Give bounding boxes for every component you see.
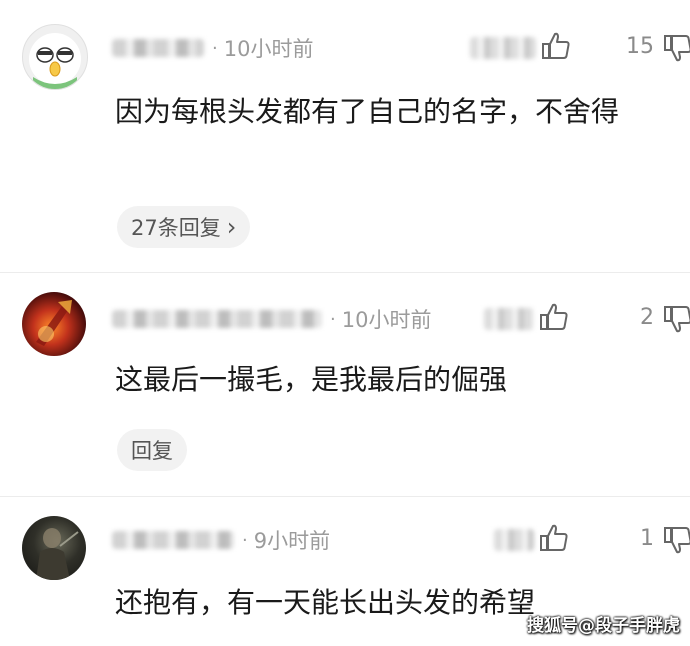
comment-meta: · 10小时前 bbox=[112, 33, 313, 63]
reply-label: 27条回复 bbox=[131, 216, 221, 240]
reply-label: 回复 bbox=[131, 439, 173, 463]
thumbs-down-icon[interactable] bbox=[662, 524, 690, 556]
avatar[interactable] bbox=[22, 24, 88, 90]
comment-text: 这最后一撮毛，是我最后的倔强 bbox=[115, 363, 508, 396]
comment-time: 9小时前 bbox=[253, 529, 331, 553]
thumbs-up-icon[interactable] bbox=[538, 522, 570, 554]
like-count: 2 bbox=[640, 305, 654, 330]
thumbs-up-icon[interactable] bbox=[538, 301, 570, 333]
comment-2: · 10小时前 2 这最后一撮毛，是我最后的倔强 回复 bbox=[0, 272, 690, 494]
location-blurred bbox=[484, 308, 534, 330]
separator: · bbox=[330, 308, 336, 330]
chevron-right-icon: › bbox=[226, 213, 237, 241]
username-blurred[interactable] bbox=[112, 310, 322, 328]
username-blurred[interactable] bbox=[112, 531, 234, 549]
watermark: 搜狐号@段子手胖虎 bbox=[527, 616, 680, 636]
separator: · bbox=[212, 37, 218, 59]
comment-1: · 10小时前 15 因为每根头发都有了自己的名字，不舍得 27条回复 › bbox=[0, 0, 690, 270]
comment-time: 10小时前 bbox=[341, 308, 432, 332]
comment-time: 10小时前 bbox=[223, 37, 314, 61]
like-count: 1 bbox=[640, 526, 654, 551]
thumbs-up-icon[interactable] bbox=[540, 30, 572, 62]
avatar[interactable] bbox=[22, 516, 86, 580]
location-blurred bbox=[494, 529, 534, 551]
separator: · bbox=[242, 529, 248, 551]
reply-button[interactable]: 回复 bbox=[117, 429, 187, 471]
comment-meta: · 9小时前 bbox=[112, 525, 330, 555]
like-count: 15 bbox=[626, 34, 654, 59]
thumbs-down-icon[interactable] bbox=[662, 32, 690, 64]
location-blurred bbox=[470, 37, 536, 59]
username-blurred[interactable] bbox=[112, 39, 204, 57]
avatar[interactable] bbox=[22, 292, 86, 356]
comment-meta: · 10小时前 bbox=[112, 304, 431, 334]
comment-text: 因为每根头发都有了自己的名字，不舍得 bbox=[115, 95, 620, 128]
view-replies-button[interactable]: 27条回复 › bbox=[117, 206, 251, 248]
thumbs-down-icon[interactable] bbox=[662, 303, 690, 335]
